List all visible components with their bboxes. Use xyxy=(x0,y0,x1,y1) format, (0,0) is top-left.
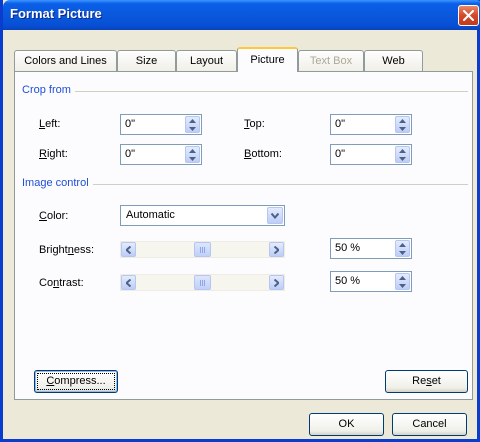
dropdown-button[interactable] xyxy=(267,207,283,224)
reset-label: Reset xyxy=(412,375,441,387)
focus-rectangle xyxy=(37,373,115,390)
chevron-down-icon xyxy=(271,213,279,219)
spin-up-icon xyxy=(399,243,406,247)
color-label: Color: xyxy=(39,210,69,222)
spin-up-icon xyxy=(189,119,196,123)
tab-picture[interactable]: Picture xyxy=(237,47,298,72)
spin-down-icon xyxy=(189,157,196,161)
spin-up-icon xyxy=(189,149,196,153)
spin-buttons[interactable] xyxy=(395,116,410,133)
contrast-label: Contrast: xyxy=(39,277,84,289)
tab-web[interactable]: Web xyxy=(364,50,423,71)
bottom-value: 0" xyxy=(335,148,346,160)
scroll-right-button[interactable] xyxy=(269,242,284,257)
reset-button[interactable]: Reset xyxy=(385,370,468,393)
picture-tab-panel: Crop from Left: 0" Top: 0" Right: 0" Bot… xyxy=(14,71,473,400)
spin-down-icon xyxy=(399,157,406,161)
top-label: Top: xyxy=(244,118,265,130)
contrast-value: 50 % xyxy=(335,275,361,287)
spin-up-icon xyxy=(399,276,406,280)
spin-down-icon xyxy=(399,127,406,131)
arrow-left-icon xyxy=(126,246,131,254)
top-value: 0" xyxy=(335,118,346,130)
right-label: Right: xyxy=(39,148,68,160)
brightness-label: Brightness: xyxy=(39,244,95,256)
tab-colors-and-lines[interactable]: Colors and Lines xyxy=(14,50,117,71)
scroll-right-button[interactable] xyxy=(269,275,284,290)
spin-buttons[interactable] xyxy=(185,146,200,163)
top-spinner[interactable]: 0" xyxy=(330,114,412,135)
tab-text-box: Text Box xyxy=(298,50,364,71)
cancel-button[interactable]: Cancel xyxy=(392,413,467,436)
scroll-thumb[interactable] xyxy=(194,275,211,290)
format-picture-dialog: Format Picture Colors and Lines Size Lay… xyxy=(0,0,480,442)
right-value: 0" xyxy=(125,148,136,160)
compress-button[interactable]: Compress... xyxy=(34,370,118,393)
title-bar[interactable]: Format Picture xyxy=(3,0,480,30)
contrast-slider[interactable] xyxy=(120,274,285,291)
image-control-group-title: Image control xyxy=(22,177,93,189)
spin-buttons[interactable] xyxy=(395,240,410,257)
scroll-left-button[interactable] xyxy=(121,242,136,257)
contrast-spinner[interactable]: 50 % xyxy=(330,271,412,292)
arrow-right-icon xyxy=(274,246,279,254)
dialog-title: Format Picture xyxy=(10,6,102,21)
bottom-label: Bottom: xyxy=(244,148,282,160)
ok-label: OK xyxy=(338,418,355,430)
tab-size[interactable]: Size xyxy=(117,50,176,71)
right-spinner[interactable]: 0" xyxy=(120,144,202,165)
tab-layout[interactable]: Layout xyxy=(176,50,237,71)
color-value: Automatic xyxy=(126,209,175,221)
spin-buttons[interactable] xyxy=(185,116,200,133)
arrow-right-icon xyxy=(274,279,279,287)
spin-up-icon xyxy=(399,149,406,153)
brightness-slider[interactable] xyxy=(120,241,285,258)
bottom-spinner[interactable]: 0" xyxy=(330,144,412,165)
spin-down-icon xyxy=(399,284,406,288)
scroll-thumb[interactable] xyxy=(194,242,211,257)
close-icon xyxy=(463,10,474,21)
spin-down-icon xyxy=(189,127,196,131)
spin-up-icon xyxy=(399,119,406,123)
scroll-left-button[interactable] xyxy=(121,275,136,290)
spin-buttons[interactable] xyxy=(395,273,410,290)
spin-down-icon xyxy=(399,251,406,255)
ok-button[interactable]: OK xyxy=(309,413,384,436)
color-dropdown[interactable]: Automatic xyxy=(120,205,285,226)
crop-divider xyxy=(25,91,468,92)
arrow-left-icon xyxy=(126,279,131,287)
crop-group-title: Crop from xyxy=(22,84,75,96)
left-spinner[interactable]: 0" xyxy=(120,114,202,135)
brightness-spinner[interactable]: 50 % xyxy=(330,238,412,259)
left-label: Left: xyxy=(39,118,61,130)
brightness-value: 50 % xyxy=(335,242,361,254)
spin-buttons[interactable] xyxy=(395,146,410,163)
cancel-label: Cancel xyxy=(412,418,447,430)
close-button[interactable] xyxy=(458,5,479,26)
left-value: 0" xyxy=(125,118,136,130)
